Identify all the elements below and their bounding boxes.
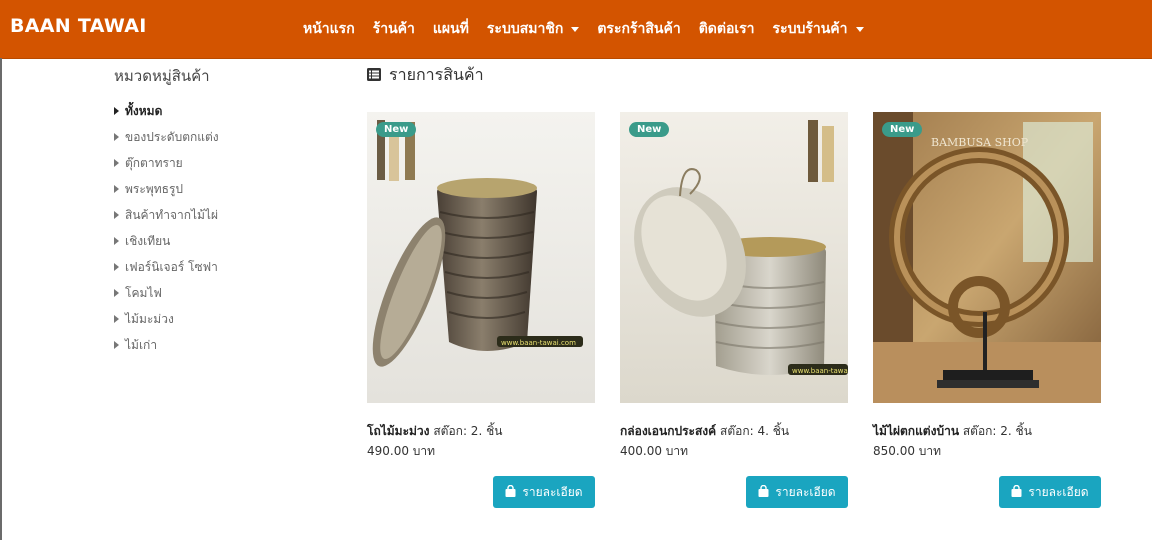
product-card: www.baan-tawai.com New โถไม้มะม่วง สต๊อก… bbox=[367, 112, 595, 508]
shopping-bag-icon bbox=[1011, 484, 1022, 500]
product-card: www.baan-tawai.com New กล่องเอนกประสงค์ … bbox=[620, 112, 848, 508]
new-badge: New bbox=[629, 122, 670, 137]
nav-menu: หน้าแรก ร้านค้า แผนที่ ระบบสมาชิก ตระกร้… bbox=[303, 0, 882, 58]
shopping-bag-icon bbox=[505, 484, 516, 500]
category-item-mango-wood[interactable]: ไม้มะม่วง bbox=[114, 306, 314, 332]
nav-store-dropdown[interactable]: ระบบร้านค้า bbox=[773, 18, 864, 40]
caret-right-icon bbox=[114, 107, 119, 115]
left-border bbox=[0, 58, 2, 540]
sidebar-title: หมวดหมู่สินค้า bbox=[114, 67, 210, 85]
top-navbar: BAAN TAWAI หน้าแรก ร้านค้า แผนที่ ระบบสม… bbox=[0, 0, 1152, 59]
detail-button[interactable]: รายละเอียด bbox=[999, 476, 1101, 508]
list-icon bbox=[367, 66, 381, 85]
caret-right-icon bbox=[114, 211, 119, 219]
caret-right-icon bbox=[114, 133, 119, 141]
product-card: BAMBUSA SHOP New ไม้ไผ่ตกแต่งบ้าน สต๊อก:… bbox=[873, 112, 1101, 508]
product-name[interactable]: ไม้ไผ่ตกแต่งบ้าน bbox=[873, 424, 959, 438]
detail-button[interactable]: รายละเอียด bbox=[746, 476, 848, 508]
product-list-heading: รายการสินค้า bbox=[367, 63, 484, 88]
product-price: 490.00 บาท bbox=[367, 444, 436, 458]
new-badge: New bbox=[882, 122, 923, 137]
nav-member-dropdown[interactable]: ระบบสมาชิก bbox=[487, 18, 580, 40]
product-stock: สต๊อก: 4. ชิ้น bbox=[720, 424, 790, 438]
category-item-all[interactable]: ทั้งหมด bbox=[114, 98, 314, 124]
product-name[interactable]: โถไม้มะม่วง bbox=[367, 424, 430, 438]
category-item-lamp[interactable]: โคมไฟ bbox=[114, 280, 314, 306]
product-price: 400.00 บาท bbox=[620, 444, 689, 458]
caret-right-icon bbox=[114, 315, 119, 323]
watermark-text: www.baan-tawai.com bbox=[792, 367, 848, 375]
watermark-text: BAMBUSA SHOP bbox=[931, 136, 1029, 149]
product-name[interactable]: กล่องเอนกประสงค์ bbox=[620, 424, 716, 438]
nav-shop[interactable]: ร้านค้า bbox=[373, 18, 415, 40]
category-list: ทั้งหมด ของประดับตกแต่ง ตุ๊กตาทราย พระพุ… bbox=[114, 98, 314, 358]
nav-home[interactable]: หน้าแรก bbox=[303, 18, 355, 40]
caret-right-icon bbox=[114, 289, 119, 297]
nav-cart[interactable]: ตระกร้าสินค้า bbox=[597, 18, 680, 40]
product-info: ไม้ไผ่ตกแต่งบ้าน สต๊อก: 2. ชิ้น 850.00 บ… bbox=[873, 421, 1101, 461]
caret-right-icon bbox=[114, 159, 119, 167]
nav-map[interactable]: แผนที่ bbox=[433, 18, 469, 40]
nav-contact[interactable]: ติดต่อเรา bbox=[699, 18, 755, 40]
caret-right-icon bbox=[114, 237, 119, 245]
caret-right-icon bbox=[114, 185, 119, 193]
watermark-text: www.baan-tawai.com bbox=[501, 339, 576, 347]
category-item-old-wood[interactable]: ไม้เก่า bbox=[114, 332, 314, 358]
new-badge: New bbox=[376, 122, 417, 137]
category-sidebar: หมวดหมู่สินค้า ทั้งหมด ของประดับตกแต่ง ต… bbox=[114, 64, 314, 358]
product-info: กล่องเอนกประสงค์ สต๊อก: 4. ชิ้น 400.00 บ… bbox=[620, 421, 848, 461]
product-stock: สต๊อก: 2. ชิ้น bbox=[433, 424, 503, 438]
caret-right-icon bbox=[114, 263, 119, 271]
category-item-decor[interactable]: ของประดับตกแต่ง bbox=[114, 124, 314, 150]
caret-down-icon bbox=[571, 26, 580, 32]
detail-button[interactable]: รายละเอียด bbox=[493, 476, 595, 508]
category-item-buddha[interactable]: พระพุทธรูป bbox=[114, 176, 314, 202]
product-stock: สต๊อก: 2. ชิ้น bbox=[962, 424, 1032, 438]
caret-down-icon bbox=[855, 26, 864, 32]
shopping-bag-icon bbox=[758, 484, 769, 500]
product-image[interactable]: www.baan-tawai.com New bbox=[620, 112, 848, 403]
product-image[interactable]: www.baan-tawai.com New bbox=[367, 112, 595, 403]
category-item-candle[interactable]: เชิงเทียน bbox=[114, 228, 314, 254]
product-info: โถไม้มะม่วง สต๊อก: 2. ชิ้น 490.00 บาท bbox=[367, 421, 595, 461]
category-item-furniture[interactable]: เฟอร์นิเจอร์ โซฟา bbox=[114, 254, 314, 280]
product-image[interactable]: BAMBUSA SHOP New bbox=[873, 112, 1101, 403]
category-item-bamboo[interactable]: สินค้าทำจากไม้ไผ่ bbox=[114, 202, 314, 228]
product-price: 850.00 บาท bbox=[873, 444, 942, 458]
caret-right-icon bbox=[114, 341, 119, 349]
brand-logo-link[interactable]: BAAN TAWAI bbox=[10, 15, 147, 37]
category-item-sand-dolls[interactable]: ตุ๊กตาทราย bbox=[114, 150, 314, 176]
